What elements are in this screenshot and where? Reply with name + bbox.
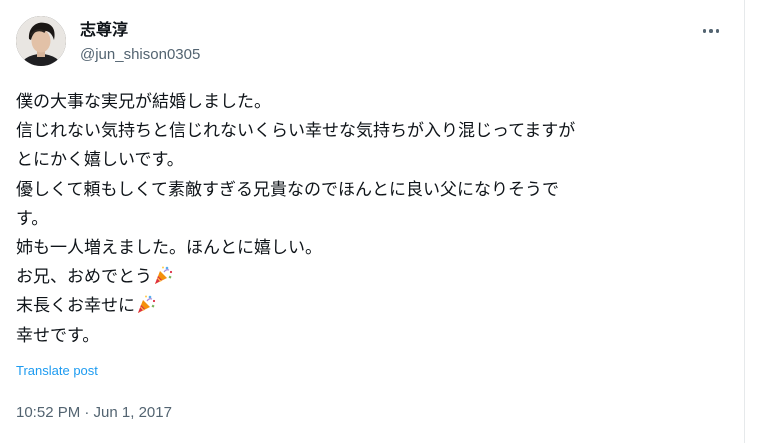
tweet-line: 末長くお幸せに	[16, 292, 716, 321]
avatar[interactable]	[16, 16, 66, 66]
party-popper-icon	[138, 295, 156, 314]
tweet-line: とにかく嬉しいです。	[16, 150, 184, 171]
tweet-text: 僕の大事な実兄が結婚しました。 信じれない気持ちと信じれないくらい幸せな気持ちが…	[16, 88, 716, 351]
more-options-button[interactable]	[696, 18, 726, 44]
column-divider	[744, 0, 745, 443]
post-timestamp[interactable]: 10:52 PM · Jun 1, 2017	[16, 403, 172, 423]
tweet-line: 僕の大事な実兄が結婚しました。	[16, 92, 271, 112]
avatar-photo-icon	[16, 16, 66, 66]
more-horizontal-icon	[709, 29, 713, 33]
tweet-line: 幸せです。	[16, 325, 100, 346]
user-handle[interactable]: @jun_shison0305	[80, 45, 200, 65]
more-horizontal-icon	[702, 29, 707, 33]
more-horizontal-icon	[715, 29, 720, 33]
tweet-card: 志尊淳 @jun_shison0305 僕の大事な実兄が結婚しました。 信じれな…	[0, 0, 744, 443]
tweet-line: お兄、おめでとう	[16, 263, 716, 292]
tweet-line: 信じれない気持ちと信じれないくらい幸せな気持ちが入り混じってますが	[16, 121, 576, 142]
tweet-line: 優しくて頼もしくて素敵すぎる兄貴なのでほんとに良い父になりそうで	[16, 179, 559, 200]
tweet-line: 姉も一人増えました。ほんとに嬉しい。	[16, 237, 322, 258]
tweet-line: す。	[16, 208, 49, 229]
translate-post-link[interactable]: Translate post	[16, 362, 98, 380]
party-popper-icon	[155, 266, 173, 285]
display-name[interactable]: 志尊淳	[80, 20, 128, 40]
